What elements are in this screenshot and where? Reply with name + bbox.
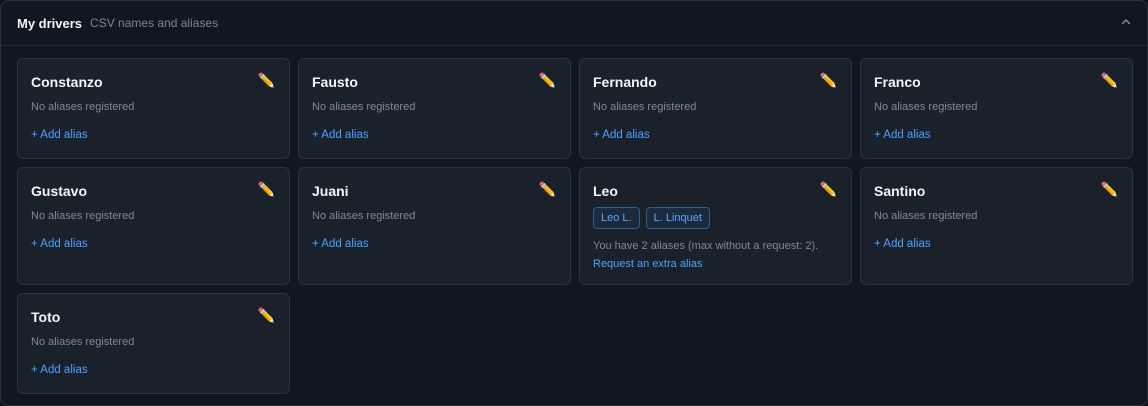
add-alias-link[interactable]: + Add alias <box>312 128 369 142</box>
no-alias-text: No aliases registered <box>874 101 978 113</box>
no-alias-text: No aliases registered <box>312 210 416 222</box>
driver-name: Santino <box>874 183 926 199</box>
driver-card: Fausto ✏️ No aliases registered + Add al… <box>298 58 571 159</box>
edit-pencil-icon[interactable]: ✏️ <box>258 307 275 323</box>
drivers-grid: Constanzo ✏️ No aliases registered + Add… <box>17 58 1133 394</box>
driver-name: Constanzo <box>31 74 103 90</box>
add-alias-link[interactable]: + Add alias <box>31 128 88 142</box>
no-alias-text: No aliases registered <box>31 210 135 222</box>
panel-header[interactable]: My drivers CSV names and aliases <box>1 1 1147 46</box>
driver-name: Fernando <box>593 74 657 90</box>
driver-card: Franco ✏️ No aliases registered + Add al… <box>860 58 1133 159</box>
edit-pencil-icon[interactable]: ✏️ <box>258 181 275 197</box>
chevron-up-icon[interactable] <box>1119 15 1133 29</box>
add-alias-link[interactable]: + Add alias <box>31 363 88 377</box>
driver-name: Gustavo <box>31 183 88 199</box>
no-alias-text: No aliases registered <box>31 101 135 113</box>
driver-card: Toto ✏️ No aliases registered + Add alia… <box>17 293 290 394</box>
panel-title: My drivers <box>17 15 83 31</box>
alias-chips: Leo L. L. Linquet <box>593 207 838 229</box>
driver-card: Gustavo ✏️ No aliases registered + Add a… <box>17 167 290 285</box>
no-alias-text: No aliases registered <box>593 101 697 113</box>
no-alias-text: No aliases registered <box>31 336 135 348</box>
add-alias-link[interactable]: + Add alias <box>874 237 931 251</box>
edit-pencil-icon[interactable]: ✏️ <box>1101 72 1118 88</box>
alias-chip[interactable]: L. Linquet <box>645 207 710 229</box>
no-alias-text: No aliases registered <box>312 101 416 113</box>
edit-pencil-icon[interactable]: ✏️ <box>539 181 556 197</box>
driver-name: Juani <box>312 183 349 199</box>
driver-card: Fernando ✏️ No aliases registered + Add … <box>579 58 852 159</box>
add-alias-link[interactable]: + Add alias <box>593 128 650 142</box>
edit-pencil-icon[interactable]: ✏️ <box>1101 181 1118 197</box>
alias-chip[interactable]: Leo L. <box>593 207 640 229</box>
edit-pencil-icon[interactable]: ✏️ <box>820 72 837 88</box>
driver-card: Santino ✏️ No aliases registered + Add a… <box>860 167 1133 285</box>
driver-name: Fausto <box>312 74 358 90</box>
driver-card: Leo ✏️ Leo L. L. Linquet You have 2 alia… <box>579 167 852 285</box>
driver-card: Juani ✏️ No aliases registered + Add ali… <box>298 167 571 285</box>
no-alias-text: No aliases registered <box>874 210 978 222</box>
add-alias-link[interactable]: + Add alias <box>312 237 369 251</box>
alias-limit-text: You have 2 aliases (max without a reques… <box>593 240 819 252</box>
add-alias-link[interactable]: + Add alias <box>31 237 88 251</box>
driver-name: Franco <box>874 74 921 90</box>
driver-card: Constanzo ✏️ No aliases registered + Add… <box>17 58 290 159</box>
edit-pencil-icon[interactable]: ✏️ <box>820 181 837 197</box>
add-alias-link[interactable]: + Add alias <box>874 128 931 142</box>
drivers-panel: My drivers CSV names and aliases Constan… <box>0 0 1148 406</box>
driver-name: Leo <box>593 183 618 199</box>
request-extra-alias-link[interactable]: Request an extra alias <box>593 257 702 271</box>
edit-pencil-icon[interactable]: ✏️ <box>258 72 275 88</box>
driver-name: Toto <box>31 309 61 325</box>
panel-subtitle: CSV names and aliases <box>90 16 219 30</box>
edit-pencil-icon[interactable]: ✏️ <box>539 72 556 88</box>
